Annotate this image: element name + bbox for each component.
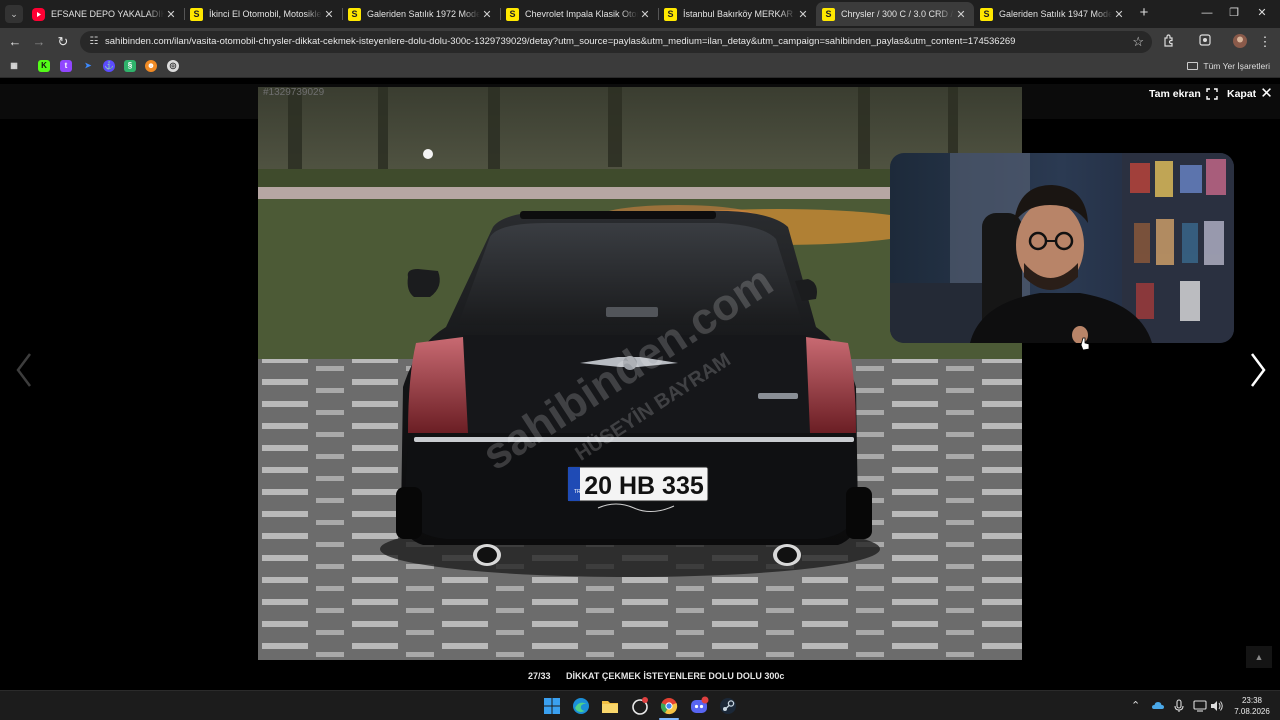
chrome-browser-icon[interactable] [659,696,679,716]
plate-country-code: TR [574,489,581,495]
tab-title: Chrysler / 300 C / 3.0 CRD / Dİ [841,9,954,19]
sahibinden-icon: S [664,7,677,21]
sahibinden-icon: S [980,7,993,21]
browser-toolbar: ← → ↻ ☷ sahibinden.com/ilan/vasita-otomo… [0,28,1280,56]
all-bookmarks-button[interactable]: Tüm Yer İşaretleri [1187,61,1270,71]
tab-separator [500,8,501,20]
tab-strip: ⌄ EFSANE DEPO YAKALADIK / ST✕Sİkinci El … [0,0,1280,28]
hand-cursor-icon [1080,337,1090,351]
display-icon[interactable] [1193,699,1207,713]
apps-grid-icon[interactable]: ▦ [8,60,20,72]
restore-button[interactable]: ❐ [1225,5,1243,21]
sahibinden-icon: S [348,7,361,21]
window-close-button[interactable]: ✕ [1253,5,1271,21]
tab-close-icon[interactable]: ✕ [322,8,336,21]
steam-icon[interactable] [718,696,738,716]
green-bookmark-icon[interactable]: § [124,60,136,72]
profile-avatar[interactable] [1231,33,1249,51]
browser-tab[interactable]: S Chevrolet Impala Klasik Otomo ✕ [500,2,658,26]
sahibinden-icon: S [506,7,519,21]
tab-title: EFSANE DEPO YAKALADIK / ST [51,9,164,19]
previous-photo-arrow-icon[interactable] [10,348,40,392]
url-text[interactable]: sahibinden.com/ilan/vasita-otomobil-chry… [105,36,1115,47]
tab-search-button[interactable]: ⌄ [5,5,23,23]
scroll-to-top-button[interactable]: ▲ [1246,646,1272,668]
browser-tab[interactable]: S İkinci El Otomobil, Motosiklet M ✕ [184,2,342,26]
edge-browser-icon[interactable] [571,696,591,716]
fullscreen-icon [1206,88,1218,100]
tab-close-icon[interactable]: ✕ [796,8,810,21]
back-button[interactable]: ← [6,33,24,51]
photo-viewer: TR 20 HB 335 sahibinden.com HÜSEYİN BAYR… [0,78,1280,690]
close-viewer-button[interactable]: Kapat ✕ [1227,85,1273,102]
close-label: Kapat [1227,88,1257,100]
media-control-icon[interactable] [1196,33,1214,51]
tab-title: Chevrolet Impala Klasik Otomo [525,9,638,19]
folder-icon [1187,62,1199,70]
bookmark-star-icon[interactable]: ☆ [1132,34,1144,50]
license-plate-number: 20 HB 335 [584,472,704,500]
streamer-webcam-image [890,153,1234,343]
volume-icon[interactable] [1210,699,1224,713]
photo-caption-bar: 27/33 DİKKAT ÇEKMEK İSTEYENLERE DOLU DOL… [0,665,1280,687]
twitch-icon[interactable]: t [60,60,72,72]
tab-title: İkinci El Otomobil, Motosiklet M [209,9,322,19]
browser-menu-icon[interactable]: ⋮ [1256,33,1274,51]
extensions-icon[interactable] [1160,33,1178,51]
tab-close-icon[interactable]: ✕ [1112,8,1126,21]
listing-id: #1329739029 [263,87,325,98]
bookmarks-bar: ▦ K t ➤ ⚓ § ☻ ◎ Tüm Yer İşaretleri [0,56,1280,78]
browser-tab[interactable]: S Chrysler / 300 C / 3.0 CRD / Dİ ✕ [816,2,974,26]
windows-taskbar: ⌃ 23:38 7.08.2026 [0,690,1280,720]
browser-tab[interactable]: S Galeriden Satılık 1972 Model K ✕ [342,2,500,26]
address-bar[interactable]: ☷ sahibinden.com/ilan/vasita-otomobil-ch… [80,31,1152,53]
forward-button[interactable]: → [30,33,48,51]
orange-bookmark-icon[interactable]: ☻ [145,60,157,72]
all-bookmarks-label: Tüm Yer İşaretleri [1203,61,1270,71]
site-info-icon[interactable]: ☷ [87,35,101,49]
screen-tool-icon[interactable] [630,696,650,716]
system-clock[interactable]: 23:38 7.08.2026 [1230,695,1274,717]
tab-title: İstanbul Bakırköy MERKAR - Tİ [683,9,796,19]
listing-title: DİKKAT ÇEKMEK İSTEYENLERE DOLU DOLU 300c [566,671,785,681]
tab-close-icon[interactable]: ✕ [638,8,652,21]
discord-icon[interactable] [689,696,709,716]
clock-date: 7.08.2026 [1234,707,1270,716]
tray-overflow-icon[interactable]: ⌃ [1131,700,1140,712]
arrow-bookmark-icon[interactable]: ➤ [82,60,94,72]
youtube-icon [32,7,45,21]
next-photo-arrow-icon[interactable] [1243,348,1273,392]
photo-counter: 27/33 [528,671,551,681]
tab-close-icon[interactable]: ✕ [480,8,494,21]
clock-time: 23:38 [1241,696,1263,705]
microphone-icon[interactable] [1173,699,1185,713]
close-icon: ✕ [1260,85,1273,102]
tab-close-icon[interactable]: ✕ [164,8,178,21]
tab-title: Galeriden Satılık 1947 Model K [999,9,1112,19]
windows-start-icon[interactable] [542,696,562,716]
fullscreen-label: Tam ekran [1149,88,1201,100]
tab-separator [184,8,185,20]
tab-separator [342,8,343,20]
cloud-sync-icon[interactable] [1151,699,1165,713]
sahibinden-icon: S [822,7,835,21]
fullscreen-button[interactable]: Tam ekran [1149,88,1218,100]
browser-tab[interactable]: EFSANE DEPO YAKALADIK / ST✕ [26,2,184,26]
new-tab-button[interactable]: + [1136,4,1152,22]
browser-tab[interactable]: S Galeriden Satılık 1947 Model K ✕ [974,2,1132,26]
reload-button[interactable]: ↻ [54,33,72,51]
globe-bookmark-icon[interactable]: ◎ [167,60,179,72]
file-explorer-icon[interactable] [600,696,620,716]
kick-icon[interactable]: K [38,60,50,72]
webcam-overlay [890,153,1234,343]
sahibinden-icon: S [190,7,203,21]
minimize-button[interactable]: — [1198,5,1216,21]
tab-title: Galeriden Satılık 1972 Model K [367,9,480,19]
anchor-bookmark-icon[interactable]: ⚓ [103,60,115,72]
browser-tab[interactable]: S İstanbul Bakırköy MERKAR - Tİ✕ [658,2,816,26]
tab-separator [658,8,659,20]
tab-close-icon[interactable]: ✕ [954,8,968,21]
